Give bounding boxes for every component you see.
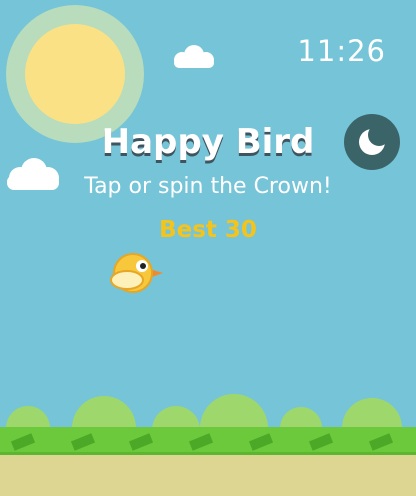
grass-edge [0,452,416,455]
moon-icon [359,124,390,155]
ground [0,455,416,496]
clock: 11:26 [297,34,386,68]
instruction-text: Tap or spin the Crown! [84,174,332,199]
best-score: Best 30 [159,217,257,243]
game-screen[interactable]: 11:26 Happy Bird Tap or spin the Crown! … [0,0,416,496]
game-scene [0,0,416,496]
theme-toggle-button[interactable] [344,114,400,170]
